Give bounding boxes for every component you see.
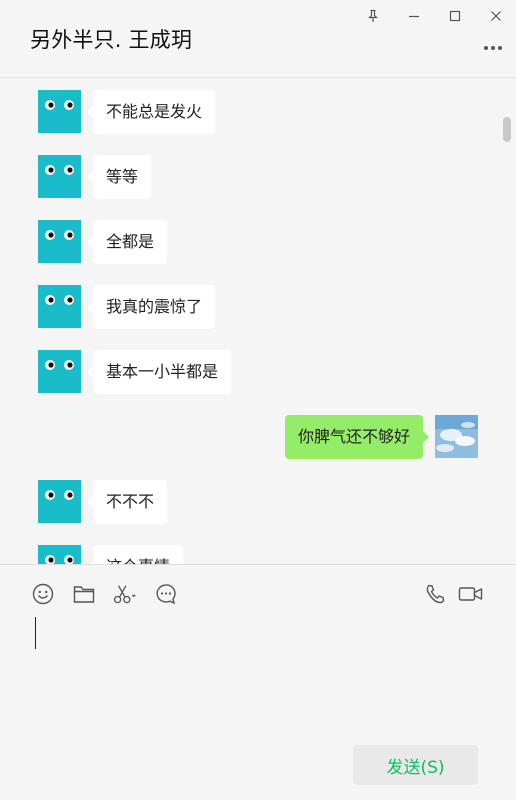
contact-avatar[interactable]	[38, 350, 81, 393]
folder-icon[interactable]	[72, 582, 96, 606]
video-icon[interactable]	[458, 582, 484, 606]
close-icon[interactable]	[475, 0, 516, 32]
phone-icon[interactable]	[423, 582, 447, 606]
contact-avatar[interactable]	[38, 220, 81, 263]
window-controls	[352, 0, 516, 32]
contact-avatar[interactable]	[38, 90, 81, 133]
scissors-icon[interactable]	[113, 582, 137, 606]
message-list[interactable]: 不能总是发火 等等 全都是 我真的震惊了 基本一小半都是 你脾气还不够好 不不不	[0, 78, 516, 564]
contact-avatar[interactable]	[38, 480, 81, 523]
message-bubble[interactable]: 这个事情	[86, 545, 184, 564]
contact-avatar[interactable]	[38, 545, 81, 564]
chat-history-icon[interactable]	[154, 582, 178, 606]
text-cursor[interactable]	[35, 617, 36, 649]
message-bubble[interactable]: 全都是	[86, 220, 168, 264]
message-bubble[interactable]: 不能总是发火	[86, 90, 216, 134]
chat-title: 另外半只. 王成玥	[30, 28, 193, 52]
message-bubble-own[interactable]: 你脾气还不够好	[284, 415, 430, 459]
emoji-icon[interactable]	[31, 582, 55, 606]
contact-avatar[interactable]	[38, 155, 81, 198]
maximize-icon[interactable]	[434, 0, 475, 32]
message-bubble[interactable]: 等等	[86, 155, 152, 199]
send-button[interactable]: 发送(S)	[353, 745, 478, 785]
message-bubble[interactable]: 基本一小半都是	[86, 350, 232, 394]
own-avatar[interactable]	[435, 415, 478, 458]
minimize-icon[interactable]	[393, 0, 434, 32]
pin-icon[interactable]	[352, 0, 393, 32]
message-bubble[interactable]: 不不不	[86, 480, 168, 524]
contact-avatar[interactable]	[38, 285, 81, 328]
more-icon[interactable]	[482, 38, 504, 58]
scrollbar-thumb[interactable]	[503, 117, 511, 142]
message-bubble[interactable]: 我真的震惊了	[86, 285, 216, 329]
composer-divider	[0, 564, 516, 565]
